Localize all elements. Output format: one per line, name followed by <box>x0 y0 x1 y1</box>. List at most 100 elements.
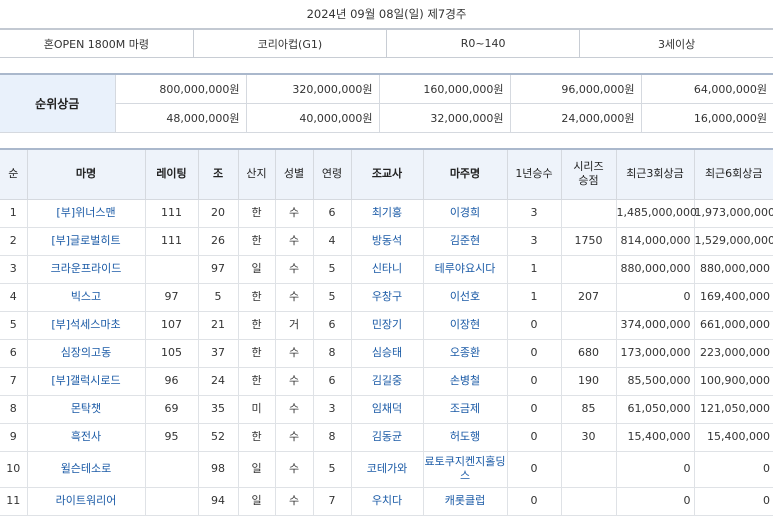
owner-link[interactable]: 캐롯클럽 <box>422 486 508 516</box>
series-points-value: 207 <box>560 282 617 312</box>
horse-name-link[interactable]: 크라운프라이드 <box>26 254 146 284</box>
horse-name-link[interactable]: 몬탁챗 <box>26 394 146 424</box>
col-header-prize3: 최근3회상금 <box>615 148 695 200</box>
col-header-origin: 산지 <box>237 148 276 200</box>
col-header-rating: 레이팅 <box>144 148 199 200</box>
race-conditions: 혼OPEN 1800M 마령 코리아컵(G1) R0~140 3세이상 <box>0 28 773 58</box>
table-row: 5 [부]석세스마초 107 21 한 거 6 민장기 이장현 0 374,000,000 661,0… <box>0 310 773 340</box>
series-points-value: 1750 <box>560 226 617 256</box>
age-value: 6 <box>312 366 352 396</box>
age-value: 8 <box>312 422 352 452</box>
series-points-value: 85 <box>560 394 617 424</box>
trainer-link[interactable]: 최기홍 <box>350 198 424 228</box>
horse-name-link[interactable]: [부]석세스마초 <box>26 310 146 340</box>
owner-link[interactable]: 허도행 <box>422 422 508 452</box>
rating-value: 69 <box>144 394 199 424</box>
trainer-link[interactable]: 우치다 <box>350 486 424 516</box>
trainer-link[interactable]: 신타니 <box>350 254 424 284</box>
horse-name-link[interactable]: 흑전사 <box>26 422 146 452</box>
series-points-value: 190 <box>560 366 617 396</box>
table-row: 8 몬탁챗 69 35 미 수 3 임채덕 조금제 0 85 61,050,000 121,050,00… <box>0 394 773 424</box>
trainer-link[interactable]: 임채덕 <box>350 394 424 424</box>
age-value: 7 <box>312 486 352 516</box>
wins-value: 1 <box>506 254 562 284</box>
horse-name-link[interactable]: [부]위너스맨 <box>26 198 146 228</box>
prize-cell: 320,000,000원 <box>245 73 380 104</box>
age-value: 5 <box>312 254 352 284</box>
owner-link[interactable]: 조금제 <box>422 394 508 424</box>
rating-value: 96 <box>144 366 199 396</box>
distance-condition: 혼OPEN 1800M 마령 <box>0 29 194 58</box>
age-value: 6 <box>312 310 352 340</box>
sex-value: 수 <box>274 338 314 368</box>
col-header-wins: 1년승수 <box>506 148 562 200</box>
rating-range: R0~140 <box>386 29 581 58</box>
age-condition: 3세이상 <box>579 29 773 58</box>
owner-link[interactable]: 이장현 <box>422 310 508 340</box>
rating-value <box>144 254 199 284</box>
age-value: 5 <box>312 450 352 488</box>
col-header-no: 순 <box>0 148 28 200</box>
trainer-link[interactable]: 김길중 <box>350 366 424 396</box>
group-value: 24 <box>197 366 239 396</box>
entry-number: 3 <box>0 254 28 284</box>
prize-label: 순위상금 <box>0 73 116 133</box>
origin-value: 일 <box>237 254 276 284</box>
trainer-link[interactable]: 방동석 <box>350 226 424 256</box>
horse-name-link[interactable]: 빅스고 <box>26 282 146 312</box>
prize6-value: 223,000,000 <box>693 338 773 368</box>
sex-value: 수 <box>274 422 314 452</box>
entry-number: 8 <box>0 394 28 424</box>
horse-name-link[interactable]: 라이트워리어 <box>26 486 146 516</box>
origin-value: 한 <box>237 282 276 312</box>
owner-link[interactable]: 김준현 <box>422 226 508 256</box>
owner-link[interactable]: 이선호 <box>422 282 508 312</box>
series-points-value: 680 <box>560 338 617 368</box>
prize-cell: 24,000,000원 <box>509 102 642 133</box>
group-value: 21 <box>197 310 239 340</box>
sex-value: 수 <box>274 450 314 488</box>
prize3-value: 0 <box>615 486 695 516</box>
horse-name-link[interactable]: [부]갤럭시로드 <box>26 366 146 396</box>
entry-table: 순 마명 레이팅 조 산지 성별 연령 조교사 마주명 1년승수 시리즈 승점 … <box>0 148 773 516</box>
prize6-value: 169,400,000 <box>693 282 773 312</box>
horse-name-link[interactable]: [부]글로벌히트 <box>26 226 146 256</box>
owner-link[interactable]: 료토쿠지켄지홀딩스 <box>422 450 508 488</box>
wins-value: 0 <box>506 338 562 368</box>
prize6-value: 880,000,000 <box>693 254 773 284</box>
age-value: 8 <box>312 338 352 368</box>
horse-name-link[interactable]: 심장의고동 <box>26 338 146 368</box>
col-header-prize6: 최근6회상금 <box>693 148 773 200</box>
group-value: 26 <box>197 226 239 256</box>
trainer-link[interactable]: 심승태 <box>350 338 424 368</box>
horse-name-link[interactable]: 윌슨테소로 <box>26 450 146 488</box>
entry-number: 4 <box>0 282 28 312</box>
prize3-value: 0 <box>615 282 695 312</box>
trainer-link[interactable]: 민장기 <box>350 310 424 340</box>
col-header-sex: 성별 <box>274 148 314 200</box>
trainer-link[interactable]: 김동균 <box>350 422 424 452</box>
prize-cell: 16,000,000원 <box>640 102 773 133</box>
race-grade: 코리아컵(G1) <box>193 29 388 58</box>
owner-link[interactable]: 이경희 <box>422 198 508 228</box>
age-value: 6 <box>312 198 352 228</box>
table-header: 순 마명 레이팅 조 산지 성별 연령 조교사 마주명 1년승수 시리즈 승점 … <box>0 148 773 200</box>
owner-link[interactable]: 오종환 <box>422 338 508 368</box>
table-row: 9 흑전사 95 52 한 수 8 김동균 허도행 0 30 15,400,000 15,400,000 <box>0 422 773 452</box>
prize-cell: 160,000,000원 <box>378 73 511 104</box>
origin-value: 일 <box>237 486 276 516</box>
col-header-owner: 마주명 <box>422 148 508 200</box>
col-header-points: 시리즈 승점 <box>560 148 617 200</box>
owner-link[interactable]: 손병철 <box>422 366 508 396</box>
trainer-link[interactable]: 우창구 <box>350 282 424 312</box>
sex-value: 수 <box>274 394 314 424</box>
owner-link[interactable]: 테루야요시다 <box>422 254 508 284</box>
sex-value: 수 <box>274 254 314 284</box>
prize3-value: 374,000,000 <box>615 310 695 340</box>
rating-value: 95 <box>144 422 199 452</box>
prize3-value: 814,000,000 <box>615 226 695 256</box>
trainer-link[interactable]: 코테가와 <box>350 450 424 488</box>
table-row: 1 [부]위너스맨 111 20 한 수 6 최기홍 이경희 3 1,485,000,000 1,97… <box>0 198 773 228</box>
prize6-value: 1,973,000,000 <box>693 198 773 228</box>
sex-value: 수 <box>274 226 314 256</box>
